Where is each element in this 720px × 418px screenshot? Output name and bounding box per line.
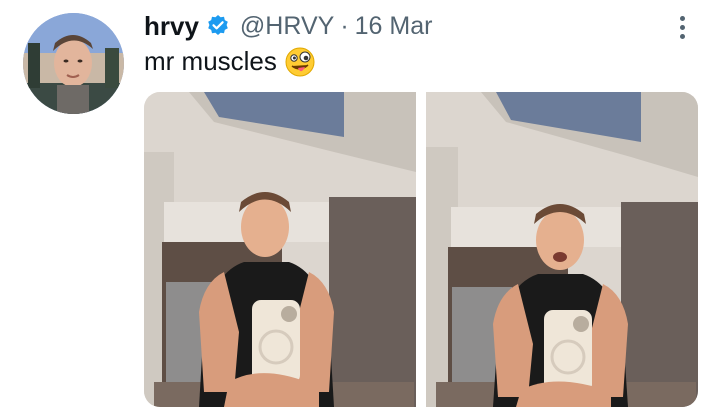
tweet-text: mr muscles <box>144 46 315 77</box>
photo-2[interactable] <box>426 92 698 407</box>
more-options-icon[interactable] <box>671 12 693 42</box>
tweet-header: hrvy @HRVY · 16 Mar <box>144 8 432 44</box>
tweet-date[interactable]: 16 Mar <box>355 12 433 41</box>
tweet-media-grid <box>144 92 698 407</box>
separator-dot: · <box>340 11 349 40</box>
photo-1[interactable] <box>144 92 416 407</box>
zany-face-emoji-icon <box>285 47 315 77</box>
author-avatar[interactable] <box>23 13 124 114</box>
verified-badge-icon <box>206 14 230 38</box>
tweet-text-content: mr muscles <box>144 46 277 76</box>
author-handle[interactable]: @HRVY <box>240 12 334 41</box>
author-name[interactable]: hrvy <box>144 11 199 42</box>
